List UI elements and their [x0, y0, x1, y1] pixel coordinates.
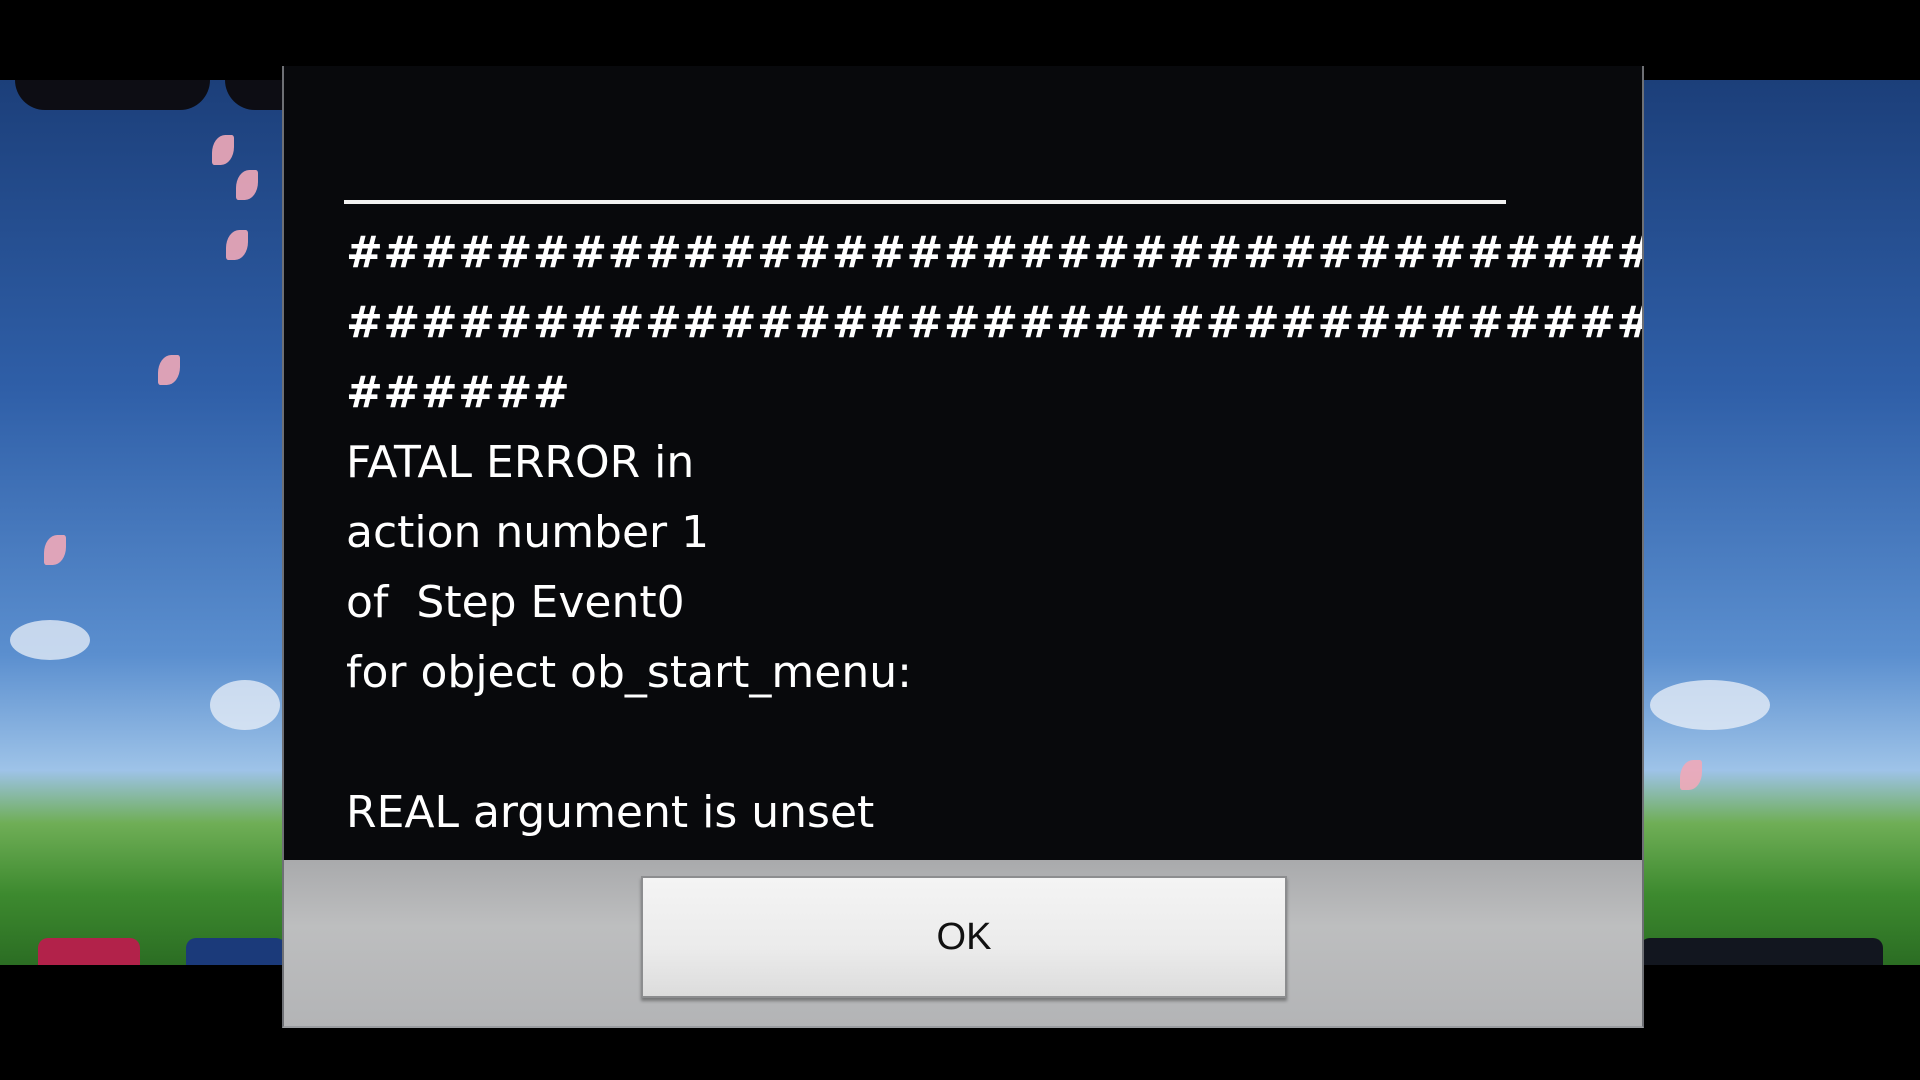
- message-line: FATAL ERROR in: [346, 437, 695, 488]
- petal-decoration: [1680, 760, 1702, 790]
- dialog-button-bar: OK: [284, 860, 1642, 1026]
- cloud-decoration: [10, 620, 90, 660]
- message-line: action number 1: [346, 507, 710, 558]
- game-top-ui-element: [15, 80, 210, 110]
- error-message-area[interactable]: ################################## ######…: [284, 66, 1642, 860]
- error-dialog: ################################## ######…: [282, 66, 1644, 1028]
- game-bottom-button: [38, 938, 140, 968]
- ok-button[interactable]: OK: [641, 876, 1287, 998]
- error-message: ################################## ######…: [346, 218, 1642, 848]
- petal-decoration: [226, 230, 248, 260]
- petal-decoration: [212, 135, 234, 165]
- message-line: ######: [346, 367, 571, 418]
- petal-decoration: [158, 355, 180, 385]
- message-line: ########################################…: [346, 227, 1642, 278]
- game-bottom-button: [1640, 938, 1883, 968]
- message-line: ########################################…: [346, 297, 1642, 348]
- petal-decoration: [44, 535, 66, 565]
- message-line: [346, 708, 1606, 778]
- screen: ################################## ######…: [0, 0, 1920, 1080]
- message-line: REAL argument is unset: [346, 787, 875, 838]
- message-line: of Step Event0: [346, 577, 685, 628]
- cloud-decoration: [210, 680, 280, 730]
- cloud-decoration: [1650, 680, 1770, 730]
- petal-decoration: [236, 170, 258, 200]
- dialog-divider: [344, 200, 1506, 204]
- message-line: for object ob_start_menu:: [346, 647, 912, 698]
- game-bottom-button: [186, 938, 286, 968]
